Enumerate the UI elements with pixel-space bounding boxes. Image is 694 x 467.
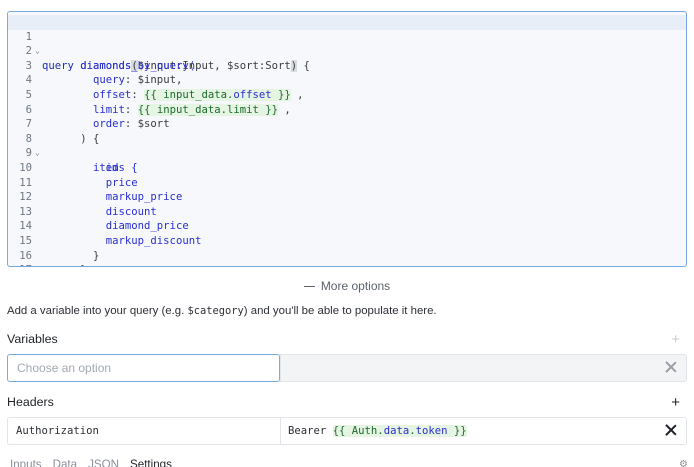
code-line: 6 order: $sort xyxy=(8,88,686,131)
tab-json[interactable]: JSON xyxy=(88,458,119,467)
variables-title: Variables xyxy=(7,332,58,346)
template-expression: {{ Auth.data.token }} xyxy=(332,425,467,437)
code-line: 16 } xyxy=(8,234,686,266)
headers-title: Headers xyxy=(7,395,54,409)
close-icon[interactable] xyxy=(665,361,677,373)
code-line: 4 offset: {{ input_data.offset }} , xyxy=(8,59,686,101)
code-line: 1 ⌄ query diamonds($input:Input, $sort:S… xyxy=(8,15,686,72)
code-text: } xyxy=(42,263,86,266)
code-line: 2 diamonds_by_query( xyxy=(8,30,686,72)
code-line: 11 markup_price xyxy=(8,161,686,204)
code-line: 15 } xyxy=(8,219,686,262)
header-row: Authorization Bearer {{ Auth.data.token … xyxy=(7,417,687,445)
code-line: 7 ) { xyxy=(8,103,686,145)
code-line: 13 diamond_price xyxy=(8,190,686,233)
graphql-query-editor[interactable]: 1 ⌄ query diamonds($input:Input, $sort:S… xyxy=(7,11,687,267)
code-line: 12 discount xyxy=(8,176,686,218)
close-icon[interactable] xyxy=(665,424,677,436)
code-line: 5 limit: {{ input_data.limit }} , xyxy=(8,73,686,116)
variable-value-cell xyxy=(280,355,686,381)
code-line: 10 price xyxy=(8,146,686,189)
variables-hint: Add a variable into your query (e.g. $ca… xyxy=(7,305,437,317)
header-value: Bearer {{ Auth.data.token }} xyxy=(288,425,467,437)
code-line: 3 query: $input, xyxy=(8,44,686,87)
header-key-input[interactable]: Authorization xyxy=(8,418,280,444)
hint-code: $category xyxy=(187,305,244,317)
bottom-tabs: Inputs Data JSON Settings xyxy=(10,458,183,467)
line-number: 17 xyxy=(8,263,32,266)
code-line: 8 ⌄ items { xyxy=(8,117,686,174)
code-line: 9 id xyxy=(8,132,686,174)
tab-settings[interactable]: Settings xyxy=(130,458,172,467)
code-line: 17 } xyxy=(8,249,686,266)
header-key: Authorization xyxy=(16,425,99,437)
tab-data[interactable]: Data xyxy=(53,458,78,467)
tab-inputs[interactable]: Inputs xyxy=(10,458,42,467)
header-value-input[interactable]: Bearer {{ Auth.data.token }} xyxy=(280,418,686,444)
add-variable-plus-icon[interactable]: + xyxy=(671,332,680,347)
code-line: 14 markup_discount xyxy=(8,205,686,247)
variables-row: Choose an option xyxy=(7,354,687,382)
more-options-toggle[interactable]: More options xyxy=(0,279,694,293)
more-options-label: More options xyxy=(320,279,391,293)
add-header-plus-icon[interactable]: + xyxy=(671,395,680,410)
settings-gear-icon[interactable]: ⚙ xyxy=(679,459,688,467)
variable-select[interactable]: Choose an option xyxy=(7,354,280,382)
dash-icon xyxy=(303,286,315,288)
